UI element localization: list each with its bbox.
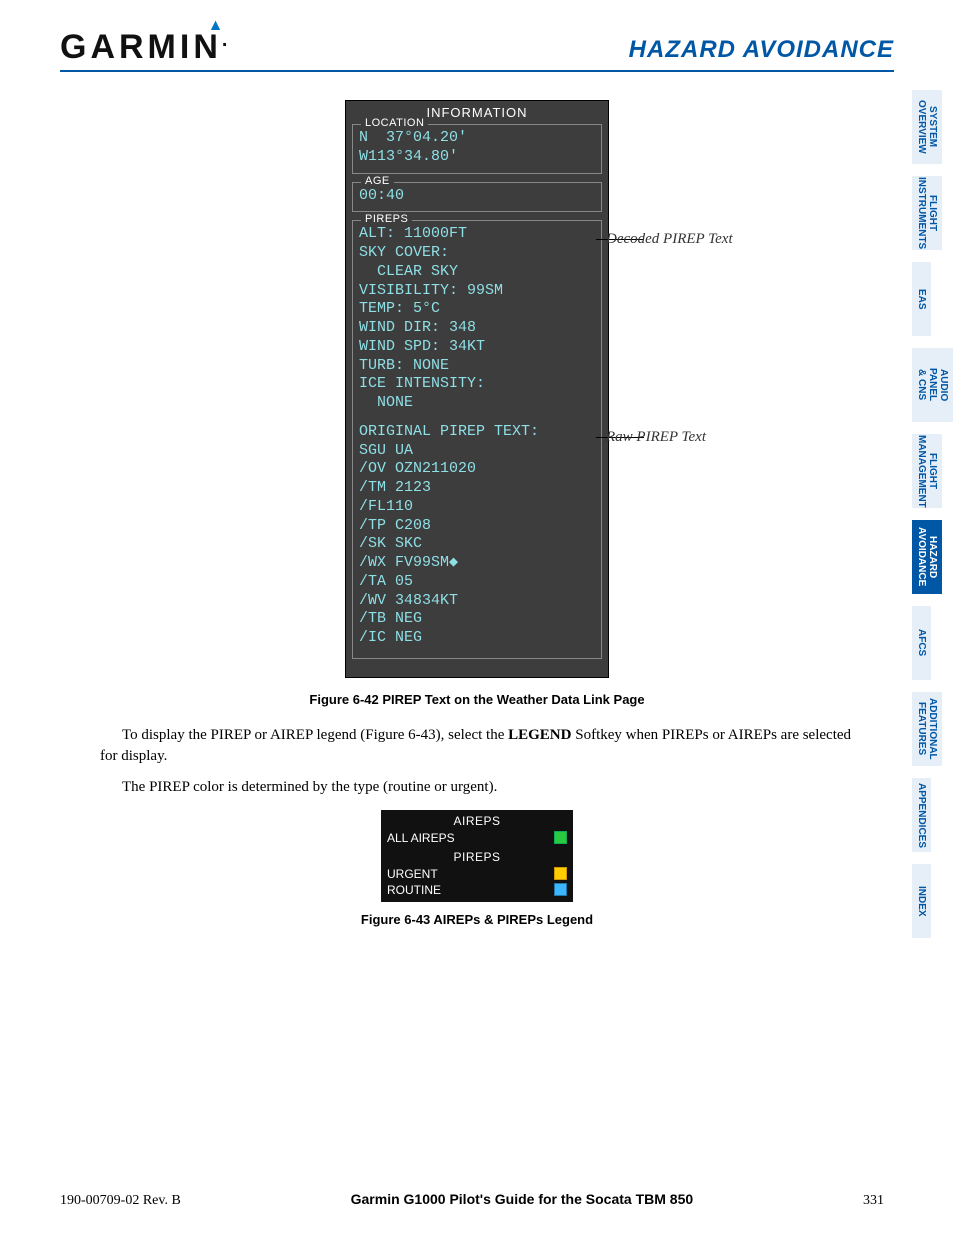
legend-row-routine: ROUTINE	[387, 882, 567, 898]
decoded-line: NONE	[359, 394, 595, 413]
raw-line: /TA 05	[359, 573, 595, 592]
decoded-line: WIND DIR: 348	[359, 319, 595, 338]
tab-additional-features[interactable]: ADDITIONAL FEATURES	[912, 692, 942, 766]
raw-line: /TP C208	[359, 517, 595, 536]
body-paragraph-2: The PIREP color is determined by the typ…	[100, 777, 854, 798]
raw-line: SGU UA	[359, 442, 595, 461]
figure-643-wrap: AIREPS ALL AIREPS PIREPS URGENT ROUTINE	[60, 810, 894, 902]
decoded-line: ICE INTENSITY:	[359, 375, 595, 394]
legend-softkey-name: LEGEND	[508, 727, 571, 743]
raw-line: /SK SKC	[359, 535, 595, 554]
footer-docid: 190-00709-02 Rev. B	[60, 1193, 181, 1209]
legend-row-urgent: URGENT	[387, 866, 567, 882]
raw-line: /WX FV99SM◆	[359, 554, 595, 573]
p1-part-a: To display the PIREP or AIREP legend (Fi…	[122, 727, 508, 743]
raw-line: /IC NEG	[359, 629, 595, 648]
footer-page: 331	[863, 1193, 884, 1209]
footer-title: Garmin G1000 Pilot's Guide for the Socat…	[351, 1191, 694, 1207]
figure-642-caption: Figure 6-42 PIREP Text on the Weather Da…	[60, 692, 894, 707]
brand-delta-icon: ▲	[208, 18, 228, 34]
tab-index[interactable]: INDEX	[912, 864, 931, 938]
body-paragraph-1: To display the PIREP or AIREP legend (Fi…	[100, 725, 854, 767]
decoded-line: WIND SPD: 34KT	[359, 338, 595, 357]
age-value: 00:40	[359, 187, 595, 206]
decoded-line: TEMP: 5°C	[359, 300, 595, 319]
tab-audio-panel-cns[interactable]: AUDIO PANEL & CNS	[912, 348, 953, 422]
tab-appendices[interactable]: APPENDICES	[912, 778, 931, 852]
raw-line: /OV OZN211020	[359, 460, 595, 479]
age-label: AGE	[361, 175, 394, 187]
age-box: AGE 00:40	[352, 182, 602, 213]
annot-decoded: Decoded PIREP Text	[606, 231, 733, 248]
pireps-label: PIREPS	[361, 213, 412, 225]
tab-flight-instruments[interactable]: FLIGHT INSTRUMENTS	[912, 176, 942, 250]
decoded-line: CLEAR SKY	[359, 263, 595, 282]
location-lat: N 37°04.20'	[359, 129, 595, 148]
swatch-yellow-icon	[554, 867, 567, 880]
brand-text: GARMIN	[60, 28, 222, 66]
tab-afcs[interactable]: AFCS	[912, 606, 931, 680]
section-tabs: SYSTEM OVERVIEW FLIGHT INSTRUMENTS EAS A…	[912, 90, 954, 950]
aireps-label: ALL AIREPS	[387, 831, 455, 845]
raw-label: ORIGINAL PIREP TEXT:	[359, 423, 595, 442]
figure-643-caption: Figure 6-43 AIREPs & PIREPs Legend	[60, 912, 894, 927]
decoded-line: TURB: NONE	[359, 357, 595, 376]
tab-flight-management[interactable]: FLIGHT MANAGEMENT	[912, 434, 942, 508]
annot-raw: Raw PIREP Text	[606, 429, 706, 446]
raw-line: /TB NEG	[359, 610, 595, 629]
section-title: HAZARD AVOIDANCE	[629, 36, 894, 68]
pireps-box: PIREPS ALT: 11000FT SKY COVER: CLEAR SKY…	[352, 220, 602, 659]
raw-line: /TM 2123	[359, 479, 595, 498]
swatch-blue-icon	[554, 883, 567, 896]
urgent-label: URGENT	[387, 867, 438, 881]
raw-line: /FL110	[359, 498, 595, 517]
location-lon: W113°34.80'	[359, 148, 595, 167]
routine-label: ROUTINE	[387, 883, 441, 897]
aireps-head: AIREPS	[387, 814, 567, 828]
raw-line: /WV 34834KT	[359, 592, 595, 611]
location-label: LOCATION	[361, 117, 428, 129]
legend-box: AIREPS ALL AIREPS PIREPS URGENT ROUTINE	[381, 810, 573, 902]
page-header: GARMIN. ▲ HAZARD AVOIDANCE	[60, 30, 894, 72]
swatch-green-icon	[554, 831, 567, 844]
tab-hazard-avoidance[interactable]: HAZARD AVOIDANCE	[912, 520, 942, 594]
tab-system-overview[interactable]: SYSTEM OVERVIEW	[912, 90, 942, 164]
tab-eas[interactable]: EAS	[912, 262, 931, 336]
location-box: LOCATION N 37°04.20' W113°34.80'	[352, 124, 602, 174]
decoded-line: ALT: 11000FT	[359, 225, 595, 244]
pireps-head: PIREPS	[387, 850, 567, 864]
figure-642-wrap: INFORMATION LOCATION N 37°04.20' W113°34…	[60, 100, 894, 678]
decoded-line: SKY COVER:	[359, 244, 595, 263]
brand-logo: GARMIN. ▲	[60, 30, 231, 68]
page-footer: 190-00709-02 Rev. B Garmin G1000 Pilot's…	[60, 1191, 884, 1209]
decoded-line: VISIBILITY: 99SM	[359, 282, 595, 301]
document-page: GARMIN. ▲ HAZARD AVOIDANCE SYSTEM OVERVI…	[0, 0, 954, 1235]
pirep-info-box: INFORMATION LOCATION N 37°04.20' W113°34…	[345, 100, 609, 678]
legend-row-all-aireps: ALL AIREPS	[387, 830, 567, 846]
